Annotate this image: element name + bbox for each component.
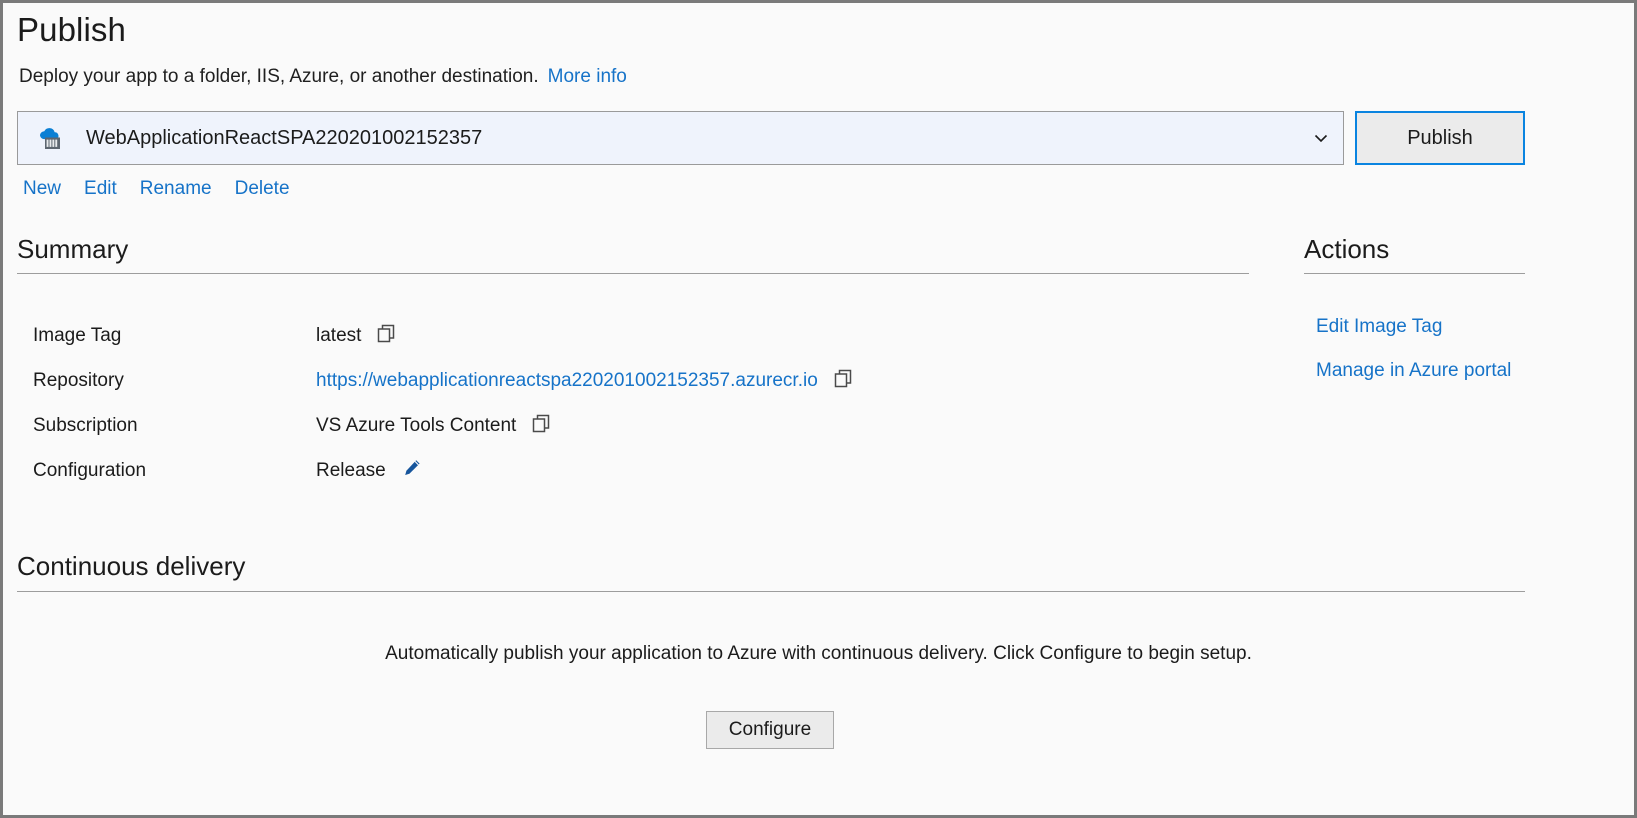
summary-row-subscription: Subscription VS Azure Tools Content [33,403,1133,448]
chevron-down-icon[interactable] [1313,130,1329,146]
profile-link-delete[interactable]: Delete [235,178,290,200]
continuous-delivery-divider [17,591,1525,592]
page-subtitle: Deploy your app to a folder, IIS, Azure,… [19,66,627,88]
repository-link[interactable]: https://webapplicationreactspa2202010021… [316,370,818,392]
profile-link-edit[interactable]: Edit [84,178,117,200]
summary-value: Release [316,459,386,481]
summary-label: Subscription [33,414,138,436]
more-info-link[interactable]: More info [548,66,627,87]
summary-value: latest [316,324,362,346]
actions-divider [1304,273,1525,274]
publish-button[interactable]: Publish [1355,111,1525,165]
subtitle-text: Deploy your app to a folder, IIS, Azure,… [19,66,539,87]
profile-action-links: New Edit Rename Delete [23,178,290,200]
actions-heading: Actions [1304,234,1390,264]
azure-container-registry-icon [35,123,65,153]
configure-button[interactable]: Configure [706,711,834,749]
summary-label: Configuration [33,459,147,481]
copy-icon[interactable] [834,369,853,393]
summary-row-repository: Repository https://webapplicationreactsp… [33,358,1133,403]
summary-value: VS Azure Tools Content [316,414,517,436]
copy-icon[interactable] [377,324,396,348]
page-title: Publish [17,11,126,48]
summary-label: Repository [33,369,124,391]
publish-profile-select[interactable]: WebApplicationReactSPA220201002152357 [17,111,1344,165]
actions-list: Edit Image Tag Manage in Azure portal [1316,316,1511,382]
action-manage-azure-portal[interactable]: Manage in Azure portal [1316,360,1511,382]
pencil-icon[interactable] [402,458,422,483]
summary-divider [17,273,1249,274]
publish-profile-name: WebApplicationReactSPA220201002152357 [86,126,483,149]
copy-icon[interactable] [532,414,551,438]
summary-heading: Summary [17,234,129,264]
summary-label: Image Tag [33,324,122,346]
summary-table: Image Tag latest Repository https://weba… [33,313,1133,493]
profile-link-new[interactable]: New [23,178,61,200]
publish-window: Publish Deploy your app to a folder, IIS… [0,0,1637,818]
continuous-delivery-heading: Continuous delivery [17,551,246,581]
summary-row-image-tag: Image Tag latest [33,313,1133,358]
action-edit-image-tag[interactable]: Edit Image Tag [1316,316,1511,338]
profile-link-rename[interactable]: Rename [140,178,212,200]
continuous-delivery-message: Automatically publish your application t… [385,643,1252,664]
summary-row-configuration: Configuration Release [33,448,1133,493]
